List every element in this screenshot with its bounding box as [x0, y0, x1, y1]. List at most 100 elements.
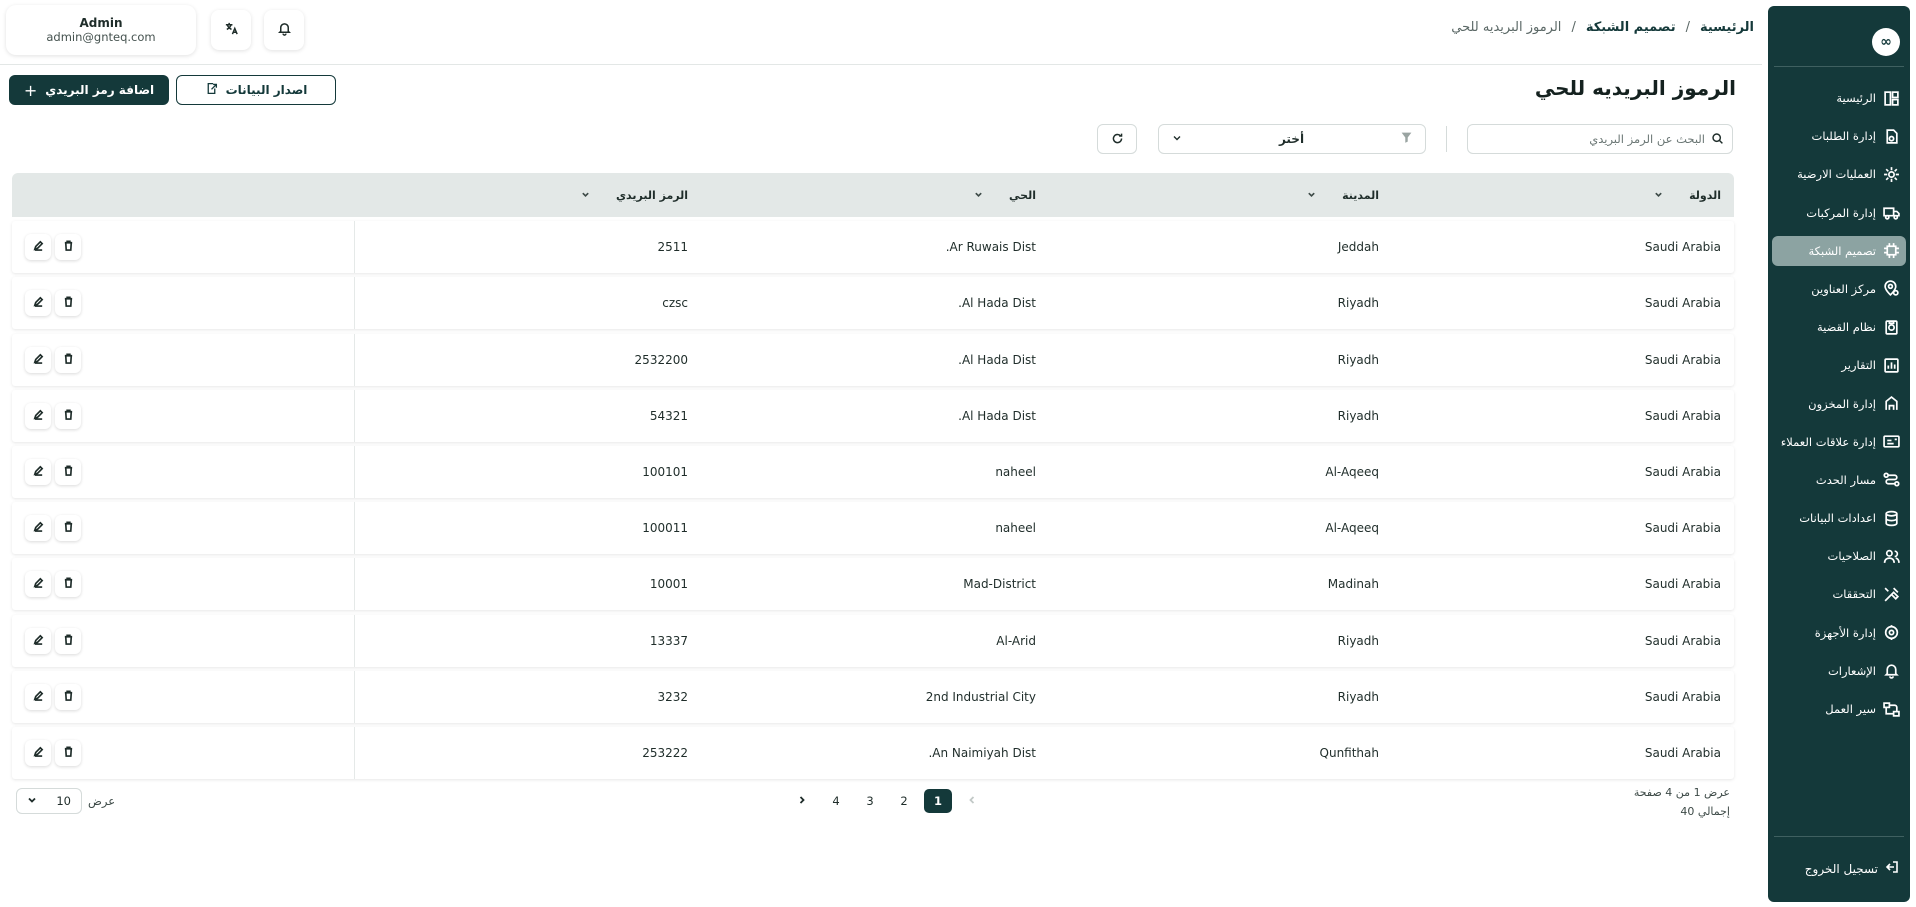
- sidebar-divider: [1774, 836, 1904, 837]
- cell-zip: 100011: [642, 521, 688, 536]
- cell-district: Al Hada Dist.: [958, 408, 1036, 423]
- logo-icon[interactable]: ∞: [1872, 28, 1900, 56]
- sidebar-item-bell[interactable]: الإشعارات: [1772, 656, 1906, 686]
- sidebar-item-devices[interactable]: إدارة الأجهزة: [1772, 618, 1906, 648]
- cell-country: Saudi Arabia: [1644, 296, 1721, 311]
- cell-country: Saudi Arabia: [1644, 464, 1721, 479]
- pencil-icon: [33, 521, 44, 535]
- column-header-country[interactable]: الدولة: [1654, 173, 1721, 217]
- cell-district: An Naimiyah Dist.: [928, 745, 1036, 760]
- sidebar-item-location[interactable]: مركز العناوين: [1772, 274, 1906, 304]
- cell-zip: 54321: [649, 408, 688, 423]
- page-button[interactable]: 3: [856, 789, 884, 813]
- row-actions: [25, 290, 81, 317]
- prev-page-button[interactable]: [958, 789, 986, 813]
- logout-button[interactable]: تسجيل الخروج: [1805, 859, 1900, 878]
- per-page-select[interactable]: 10: [16, 788, 82, 814]
- sidebar-item-route[interactable]: مسار الحدث: [1772, 465, 1906, 495]
- edit-button[interactable]: [25, 234, 51, 261]
- breadcrumb-network[interactable]: تصميم الشبكة: [1586, 20, 1676, 35]
- add-postal-code-button[interactable]: اضافة رمز البريدي +: [9, 75, 169, 105]
- sidebar-item-network[interactable]: تصميم الشبكة: [1772, 235, 1906, 266]
- page-button[interactable]: 4: [822, 789, 850, 813]
- cell-district: Al-Arid: [996, 633, 1036, 648]
- delete-button[interactable]: [55, 234, 81, 261]
- sidebar-item-truck[interactable]: إدارة المركبات: [1772, 198, 1906, 228]
- filter-select[interactable]: أختر: [1158, 124, 1426, 154]
- delete-button[interactable]: [55, 571, 81, 598]
- sidebar-item-verify[interactable]: التحققات: [1772, 579, 1906, 609]
- export-data-button[interactable]: اصدار البيانات: [176, 75, 336, 105]
- next-page-button[interactable]: [788, 789, 816, 813]
- sidebar-item-workflow[interactable]: سير العمل: [1772, 694, 1906, 724]
- pagination-summary: عرض 1 من 4 صفحة إجمالي 40: [1634, 783, 1730, 821]
- cell-country: Saudi Arabia: [1644, 633, 1721, 648]
- delete-button[interactable]: [55, 627, 81, 654]
- edit-button[interactable]: [25, 402, 51, 429]
- sidebar-item-label: نظام القضية: [1816, 320, 1876, 335]
- table-row: Saudi Arabia Madinah Mad-District 10001: [12, 558, 1734, 611]
- sidebar-item-dashboard[interactable]: الرئيسية: [1772, 83, 1906, 113]
- delete-button[interactable]: [55, 458, 81, 485]
- sidebar-item-label: مسار الحدث: [1815, 472, 1876, 487]
- edit-button[interactable]: [25, 571, 51, 598]
- cell-city: Riyadh: [1337, 408, 1379, 423]
- edit-button[interactable]: [25, 739, 51, 766]
- sidebar-item-label: مركز العناوين: [1811, 281, 1876, 296]
- sidebar-item-orders[interactable]: إدارة الطلبات: [1772, 121, 1906, 151]
- sidebar-item-users[interactable]: الصلاحيات: [1772, 541, 1906, 571]
- per-page-value: 10: [56, 794, 71, 808]
- trash-icon: [63, 577, 74, 591]
- sidebar-item-inventory[interactable]: إدارة المخزون: [1772, 389, 1906, 419]
- row-actions: [25, 627, 81, 654]
- sidebar-item-crm[interactable]: إدارة علاقات العملاء: [1772, 427, 1906, 457]
- translate-button[interactable]: [211, 10, 251, 50]
- sidebar-item-label: التقارير: [1841, 358, 1876, 373]
- column-header-district[interactable]: الحي: [974, 173, 1036, 217]
- dashboard-icon: [1882, 89, 1900, 107]
- column-label: الحي: [1009, 188, 1036, 202]
- location-icon: [1882, 280, 1900, 298]
- column-header-zip[interactable]: الرمز البريدي: [581, 173, 688, 217]
- user-card[interactable]: Admin admin@gnteq.com: [6, 5, 196, 55]
- table-row: Saudi Arabia Riyadh Al Hada Dist. 2532200: [12, 333, 1734, 386]
- chevron-down-icon: [1171, 132, 1183, 147]
- sidebar-item-case[interactable]: نظام القضية: [1772, 312, 1906, 342]
- sidebar-item-reports[interactable]: التقارير: [1772, 350, 1906, 380]
- delete-button[interactable]: [55, 515, 81, 542]
- edit-button[interactable]: [25, 683, 51, 710]
- per-page-label: عرض: [88, 794, 116, 808]
- refresh-icon: [1111, 130, 1124, 149]
- breadcrumb-home[interactable]: الرئيسية: [1700, 20, 1754, 35]
- page-button[interactable]: 1: [924, 789, 952, 813]
- edit-button[interactable]: [25, 290, 51, 317]
- search-input[interactable]: [1476, 132, 1705, 146]
- filter-select-value: أختر: [1278, 132, 1305, 146]
- edit-button[interactable]: [25, 458, 51, 485]
- sidebar-item-database[interactable]: اعدادات البيانات: [1772, 503, 1906, 533]
- row-divider: [354, 614, 355, 667]
- notifications-button[interactable]: [264, 10, 304, 50]
- sidebar-item-label: إدارة الطلبات: [1811, 129, 1877, 144]
- delete-button[interactable]: [55, 683, 81, 710]
- bell-icon: [277, 21, 292, 40]
- header-divider: [0, 64, 1762, 65]
- delete-button[interactable]: [55, 290, 81, 317]
- edit-button[interactable]: [25, 627, 51, 654]
- sidebar-item-label: اعدادات البيانات: [1799, 511, 1876, 526]
- refresh-button[interactable]: [1097, 124, 1137, 154]
- cell-zip: 2532200: [634, 352, 688, 367]
- inventory-icon: [1882, 395, 1900, 413]
- edit-button[interactable]: [25, 515, 51, 542]
- page-button[interactable]: 2: [890, 789, 918, 813]
- column-header-city[interactable]: المدينة: [1307, 173, 1379, 217]
- delete-button[interactable]: [55, 402, 81, 429]
- sidebar-item-ground-ops[interactable]: العمليات الارضية: [1772, 159, 1906, 189]
- edit-button[interactable]: [25, 346, 51, 373]
- cell-zip: 3232: [657, 689, 688, 704]
- delete-button[interactable]: [55, 346, 81, 373]
- export-icon: [205, 82, 218, 98]
- delete-button[interactable]: [55, 739, 81, 766]
- table-body: Saudi Arabia Jeddah Ar Ruwais Dist. 2511 Sau…: [12, 221, 1734, 779]
- filter-divider: [1446, 126, 1447, 152]
